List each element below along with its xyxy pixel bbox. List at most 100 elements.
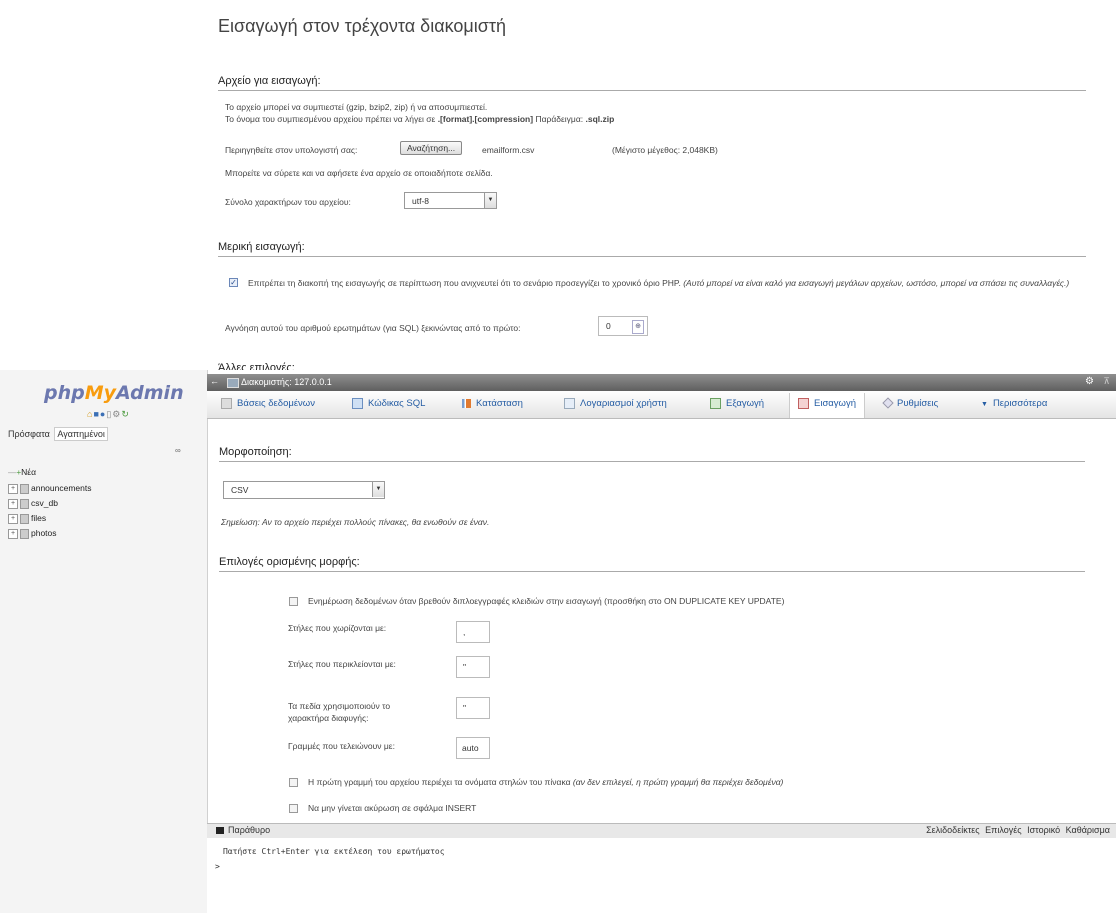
export-icon [710,397,721,409]
update-duplicates-label: Ενημέρωση δεδομένων όταν βρεθούν διπλοεγ… [308,596,785,606]
escape-input[interactable]: " [456,697,490,719]
tab-more[interactable]: ▼ Περισσότερα [981,393,1047,415]
link-icon[interactable]: ∞ [175,446,181,455]
enclosed-input[interactable]: " [456,656,490,678]
reload-icon[interactable]: ↻ [121,409,130,419]
partial-import-heading: Μερική εισαγωγή: [218,241,1086,257]
console-body[interactable]: Πατήστε Ctrl+Enter για εκτέλεση του ερωτ… [207,838,1116,913]
enclosed-label: Στήλες που περικλείονται με: [288,659,396,669]
skip-queries-value: 0 [606,321,611,331]
allow-interrupt-text: Επιτρέπει τη διακοπή της εισαγωγής σε πε… [218,276,1098,291]
tree-item-label: announcements [31,483,92,493]
separator-label: Στήλες που χωρίζονται με: [288,623,387,633]
triangle-down-icon: ▼ [981,401,988,408]
tab-recent[interactable]: Πρόσφατα [6,428,52,440]
escape-label-line1: Τα πεδία χρησιμοποιούν το [288,701,391,711]
console-header: Παράθυρο Σελιδοδείκτες Επιλογές Ιστορικό… [207,823,1116,839]
tab-status[interactable]: Κατάσταση [462,393,523,415]
expand-icon[interactable]: + [8,528,18,539]
pin-icon[interactable]: ⊼ [1103,376,1110,387]
console-clear-link[interactable]: Καθάρισμα [1066,825,1110,835]
tab-label: Κατάσταση [476,398,523,409]
logo-php: php [44,382,85,404]
format-options-heading: Επιλογές ορισμένης μορφής: [219,556,1085,572]
tab-label: Κώδικας SQL [368,398,426,409]
database-icon [20,528,29,539]
console-prompt[interactable]: > [215,862,220,871]
escape-label: Τα πεδία χρησιμοποιούν το χαρακτήρα διαφ… [288,700,390,724]
tab-label: Λογαριασμοί χρήστη [580,398,667,409]
tab-label: Ρυθμίσεις [897,398,939,409]
format-heading: Μορφοποίηση: [219,446,1085,462]
line-ending-value: auto [462,743,479,753]
expand-icon[interactable]: + [8,513,18,524]
server-icon [227,378,239,388]
cut-heading: Άλλες επιλογές: [218,362,295,370]
console-title[interactable]: Παράθυρο [228,825,270,835]
tree-line: — [8,467,17,477]
tree-item-csv-db[interactable]: + csv_db [8,498,58,509]
console-options-link[interactable]: Επιλογές [985,825,1021,835]
tree-item-announcements[interactable]: + announcements [8,483,92,494]
tab-export[interactable]: Εξαγωγή [710,393,764,415]
first-line-text: Η πρώτη γραμμή του αρχείου περιέχει τα ο… [308,777,571,787]
first-line-headers-checkbox[interactable] [289,778,298,787]
compression-info-prefix: Το όνομα του συμπιεσμένου αρχείου πρέπει… [225,114,436,124]
max-file-size: (Μέγιστο μέγεθος: 2,048KB) [612,145,718,155]
tab-label: Βάσεις δεδομένων [237,398,315,409]
compression-info-line2: Το όνομα του συμπιεσμένου αρχείου πρέπει… [225,114,614,124]
users-icon [564,397,575,409]
console-links: Σελιδοδείκτες Επιλογές Ιστορικό Καθάρισμ… [926,825,1110,835]
tab-sql[interactable]: Κώδικας SQL [352,393,425,415]
logo-my: My [84,382,117,404]
tab-favorites[interactable]: Αγαπημένοι [54,427,108,441]
selected-filename: emailform.csv [482,145,535,155]
spinner-icon[interactable]: ⊕ [632,320,644,334]
tab-user-accounts[interactable]: Λογαριασμοί χρήστη [564,393,667,415]
database-icon [20,483,29,494]
first-line-note: (αν δεν επιλεγεί, η πρώτη γραμμή θα περι… [572,777,784,787]
format-note: Σημείωση: Αν το αρχείο περιέχει πολλούς … [221,517,489,527]
tab-databases[interactable]: Βάσεις δεδομένων [221,393,315,415]
line-ending-input[interactable]: auto [456,737,490,759]
allow-interrupt-note: (Αυτό μπορεί να είναι καλό για εισαγωγή … [683,278,1070,288]
tab-import[interactable]: Εισαγωγή [789,393,866,418]
tab-label: Εισαγωγή [814,398,857,409]
settings-icon[interactable]: ⚙ [112,409,121,419]
console-icon [216,827,224,834]
format-select[interactable]: CSV ▼ [223,481,385,499]
tree-item-new[interactable]: —+Νέα [8,467,36,477]
server-label[interactable]: Διακομιστής: 127.0.0.1 [241,377,332,387]
tab-label: Περισσότερα [992,398,1048,409]
navigation-panel: phpMyAdmin ⌂■●▯⚙↻ Πρόσφατα Αγαπημένοι ∞ … [0,370,208,913]
drag-drop-hint: Μπορείτε να σύρετε και να αφήσετε ένα αρ… [225,168,493,178]
import-icon [798,397,809,409]
tab-settings[interactable]: Ρυθμίσεις [882,393,939,415]
update-duplicates-checkbox[interactable] [289,597,298,606]
main-tabs: Βάσεις δεδομένων Κώδικας SQL Κατάσταση Λ… [207,391,1116,419]
console-history-link[interactable]: Ιστορικό [1027,825,1060,835]
separator-input[interactable]: , [456,621,490,643]
wrench-icon [882,397,894,410]
format-value: CSV [231,485,249,495]
nav-tabs: Πρόσφατα Αγαπημένοι [6,427,108,441]
phpmyadmin-logo[interactable]: phpMyAdmin [44,382,184,404]
console-bookmarks-link[interactable]: Σελιδοδείκτες [926,825,980,835]
charset-select[interactable]: utf-8 ▼ [404,192,497,209]
chevron-down-icon: ▼ [484,193,496,208]
collapse-nav-icon[interactable]: ← [210,376,219,386]
tree-item-photos[interactable]: + photos [8,528,57,539]
no-abort-checkbox[interactable] [289,804,298,813]
browse-button[interactable]: Αναζήτηση... [400,141,463,155]
skip-queries-input[interactable]: 0 ⊕ [598,316,648,336]
quick-icons: ⌂■●▯⚙↻ [87,409,130,420]
tree-item-new-label: Νέα [21,467,37,477]
tree-item-files[interactable]: + files [8,513,46,524]
first-line-headers-label: Η πρώτη γραμμή του αρχείου περιέχει τα ο… [308,777,783,787]
expand-icon[interactable]: + [8,498,18,509]
page-title: Εισαγωγή στον τρέχοντα διακομιστή [218,16,506,36]
expand-icon[interactable]: + [8,483,18,494]
gear-icon[interactable]: ⚙ [1085,376,1094,387]
note-prefix: Σημείωση: [221,517,260,527]
escape-value: " [463,703,467,713]
